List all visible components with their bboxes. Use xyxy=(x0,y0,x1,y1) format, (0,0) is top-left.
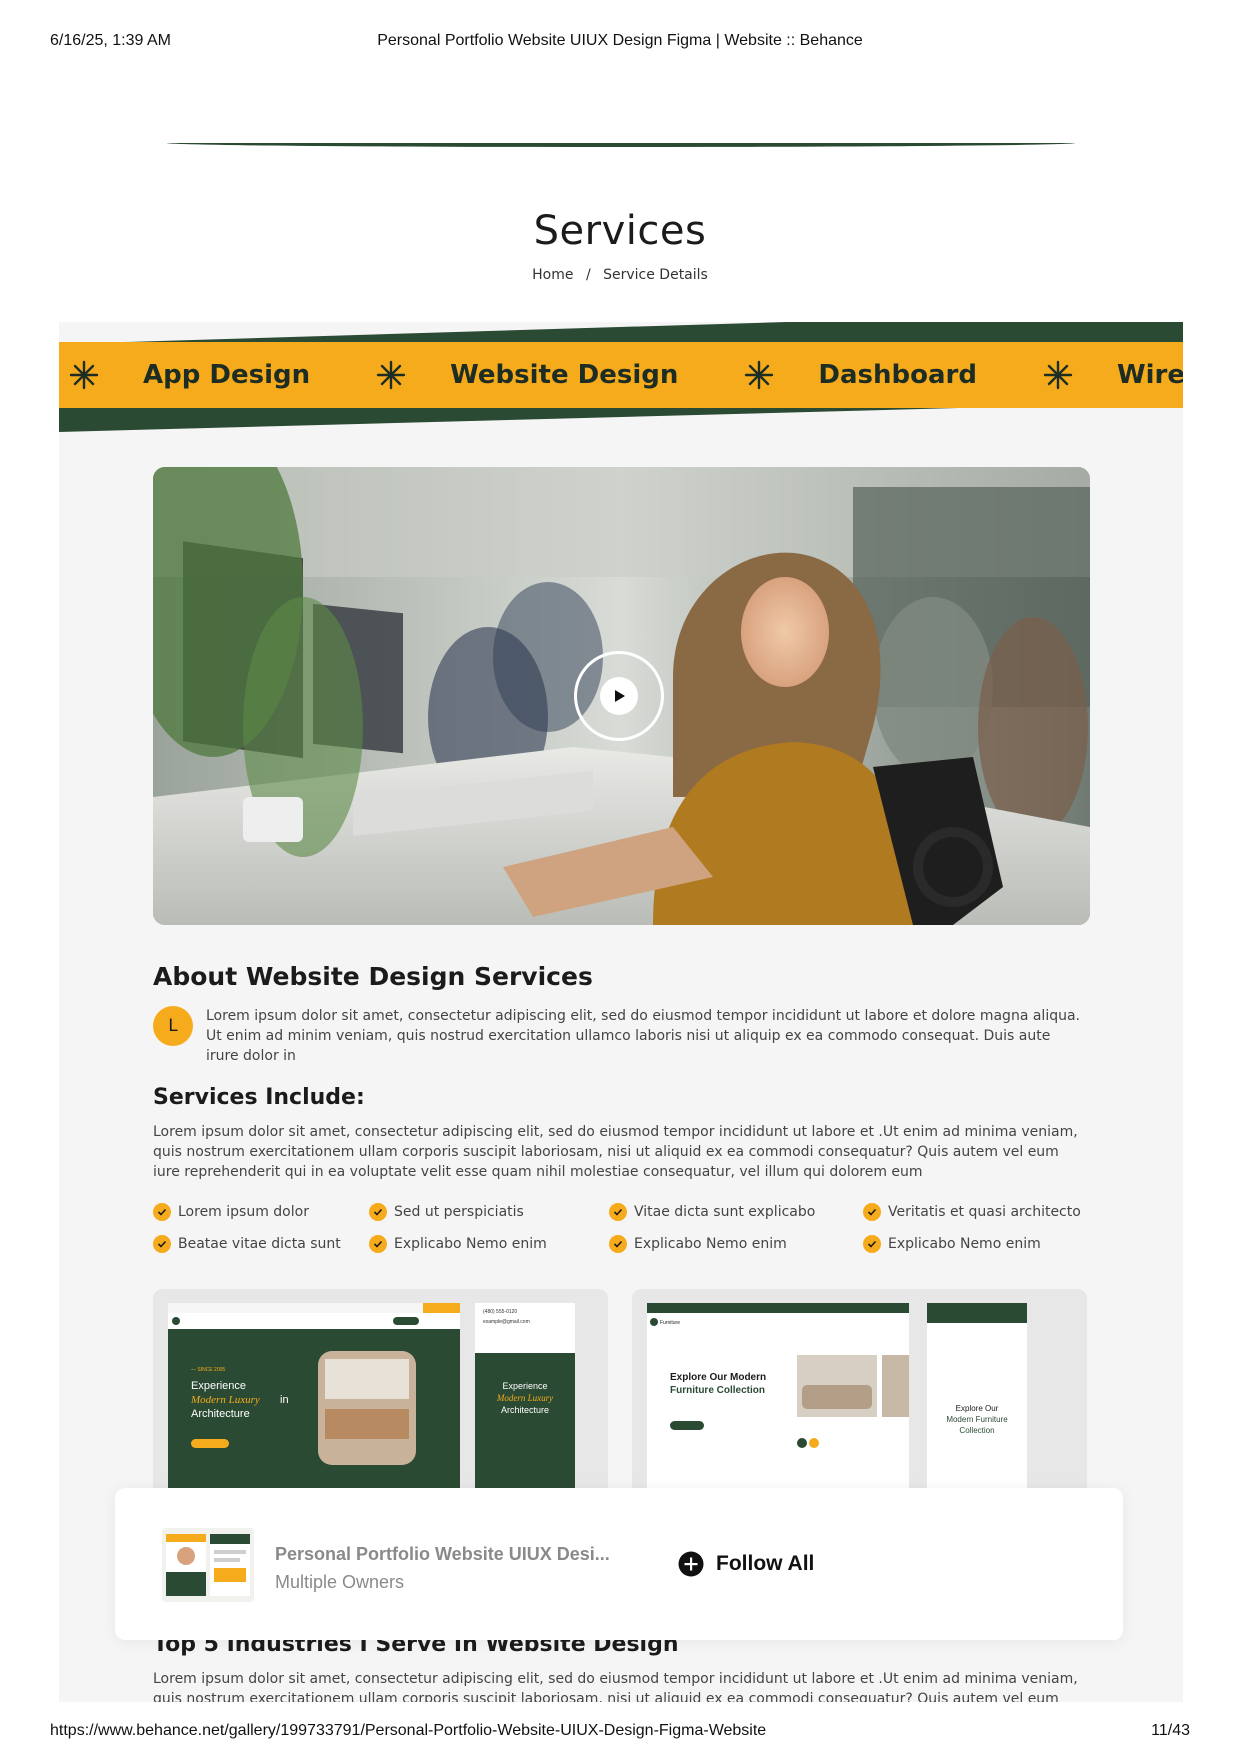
checklist-label: Sed ut perspiciatis xyxy=(394,1204,524,1220)
architecture-site-preview[interactable]: — SINCE 2005 Experience Modern Luxury in… xyxy=(153,1289,608,1509)
svg-text:Modern Furniture: Modern Furniture xyxy=(946,1415,1008,1424)
architecture-headline: Experience xyxy=(191,1380,246,1392)
service-ticker: App Design Website Design Dashboard Wire xyxy=(59,342,1183,408)
checklist-item: Sed ut perspiciatis xyxy=(369,1202,609,1222)
header-divider xyxy=(167,143,1075,147)
asterisk-icon xyxy=(69,360,99,390)
asterisk-icon xyxy=(745,360,774,390)
checklist-item: Vitae dicta sunt explicabo xyxy=(609,1202,863,1222)
check-icon xyxy=(863,1235,881,1253)
ticker-item: Wiref xyxy=(1033,360,1183,390)
check-icon xyxy=(369,1235,387,1253)
about-heading: About Website Design Services xyxy=(153,962,593,991)
ticker-label-wireframe: Wiref xyxy=(1116,360,1183,390)
svg-text:Furniture: Furniture xyxy=(660,1320,680,1326)
breadcrumb-current: Service Details xyxy=(603,267,708,283)
ticker-label-app-design: App Design xyxy=(143,360,311,390)
check-icon xyxy=(609,1203,627,1221)
checklist-label: Lorem ipsum dolor xyxy=(178,1204,309,1220)
ticker-item: App Design xyxy=(59,360,366,390)
follow-all-label: Follow All xyxy=(716,1552,815,1575)
check-icon xyxy=(153,1235,171,1253)
checklist-label: Veritatis et quasi architecto xyxy=(888,1204,1081,1220)
svg-text:Modern Luxury: Modern Luxury xyxy=(190,1394,260,1406)
print-url: https://www.behance.net/gallery/19973379… xyxy=(50,1722,767,1739)
svg-text:Furniture Collection: Furniture Collection xyxy=(670,1385,765,1396)
checklist-label: Beatae vitae dicta sunt xyxy=(178,1236,341,1252)
svg-text:Architecture: Architecture xyxy=(501,1405,549,1415)
checklist-item: Explicabo Nemo enim xyxy=(863,1234,1088,1254)
check-icon xyxy=(863,1203,881,1221)
top-industries-text: Lorem ipsum dolor sit amet, consectetur … xyxy=(153,1671,1078,1702)
checklist-item: Lorem ipsum dolor xyxy=(153,1202,369,1222)
ticker-label-dashboard: Dashboard xyxy=(818,360,977,390)
follow-all-button[interactable]: Follow All xyxy=(678,1548,814,1580)
svg-text:Experience: Experience xyxy=(502,1381,547,1391)
checklist-label: Explicabo Nemo enim xyxy=(394,1236,547,1252)
svg-text:in: in xyxy=(280,1394,289,1406)
asterisk-icon xyxy=(1043,360,1073,390)
play-button[interactable] xyxy=(574,651,664,741)
checklist-label: Vitae dicta sunt explicabo xyxy=(634,1204,816,1220)
checklist-item: Veritatis et quasi architecto xyxy=(863,1202,1088,1222)
breadcrumb-home[interactable]: Home xyxy=(532,267,573,283)
check-icon xyxy=(153,1203,171,1221)
svg-text:Architecture: Architecture xyxy=(191,1408,250,1420)
about-text: Lorem ipsum dolor sit amet, consectetur … xyxy=(206,1008,1080,1064)
svg-text:Explore Our Modern: Explore Our Modern xyxy=(670,1372,766,1383)
svg-text:Collection: Collection xyxy=(959,1426,994,1435)
check-icon xyxy=(369,1203,387,1221)
breadcrumb: Home / Service Details xyxy=(0,267,1240,283)
checklist-item: Explicabo Nemo enim xyxy=(609,1234,863,1254)
svg-text:— SINCE 2005: — SINCE 2005 xyxy=(191,1367,225,1373)
services-include-heading: Services Include: xyxy=(153,1085,365,1110)
breadcrumb-separator: / xyxy=(585,267,591,283)
print-header: 6/16/25, 1:39 AM Personal Portfolio Webs… xyxy=(50,32,1190,52)
svg-text:example@gmail.com: example@gmail.com xyxy=(483,1319,530,1325)
project-thumbnail[interactable] xyxy=(162,1528,254,1602)
project-title[interactable]: Personal Portfolio Website UIUX Desi... xyxy=(275,1544,620,1565)
checklist-label: Explicabo Nemo enim xyxy=(634,1236,787,1252)
checklist-item: Explicabo Nemo enim xyxy=(369,1234,609,1254)
ticker-label-website-design: Website Design xyxy=(450,360,679,390)
services-checklist: Lorem ipsum dolor Sed ut perspiciatis Vi… xyxy=(153,1202,1088,1254)
check-icon xyxy=(609,1235,627,1253)
play-icon xyxy=(600,677,638,715)
project-follow-bar: Personal Portfolio Website UIUX Desi... … xyxy=(115,1488,1123,1640)
asterisk-icon xyxy=(376,360,406,390)
svg-text:Modern Luxury: Modern Luxury xyxy=(496,1393,553,1403)
plus-circle-icon xyxy=(678,1551,704,1577)
services-include-text: Lorem ipsum dolor sit amet, consectetur … xyxy=(153,1124,1078,1180)
service-video[interactable] xyxy=(153,467,1090,925)
print-page-number: 11/43 xyxy=(1151,1722,1190,1739)
ticker-item: Dashboard xyxy=(734,360,1033,390)
furniture-site-preview[interactable]: Furniture Explore Our Modern Furniture C… xyxy=(632,1289,1087,1509)
checklist-item: Beatae vitae dicta sunt xyxy=(153,1234,369,1254)
svg-text:(480) 555-0120: (480) 555-0120 xyxy=(483,1309,517,1315)
avatar: L xyxy=(153,1006,193,1046)
ticker-item: Website Design xyxy=(366,360,734,390)
print-title: Personal Portfolio Website UIUX Design F… xyxy=(377,32,863,49)
svg-text:Explore Our: Explore Our xyxy=(956,1404,999,1413)
checklist-label: Explicabo Nemo enim xyxy=(888,1236,1041,1252)
project-owners[interactable]: Multiple Owners xyxy=(275,1572,404,1593)
page-title: Services xyxy=(533,208,707,254)
